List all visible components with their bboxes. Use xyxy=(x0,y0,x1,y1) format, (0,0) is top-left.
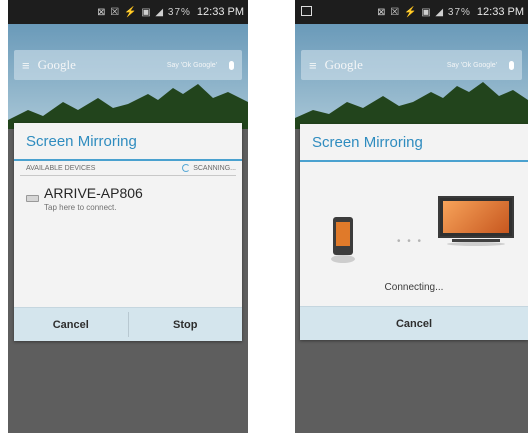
device-hint: Tap here to connect. xyxy=(44,203,117,212)
search-hint: Say 'Ok Google' xyxy=(446,61,497,69)
google-search-bar[interactable]: ≡ Google Say 'Ok Google' xyxy=(14,50,242,80)
google-logo-text: Google xyxy=(37,57,76,72)
dialog-button-bar: Cancel Stop xyxy=(14,307,242,341)
smartphone-illustration xyxy=(333,217,353,255)
scanning-label: SCANNING... xyxy=(193,164,236,172)
tv-illustration xyxy=(438,196,514,238)
status-bar: ⊠ ☒ ⚡ ▣ ◢ 37% 12:33 PM xyxy=(8,0,248,24)
cancel-button[interactable]: Cancel xyxy=(14,308,128,341)
screen-mirroring-connecting-dialog: Screen Mirroring • • • Connecting... Can… xyxy=(300,124,528,340)
device-icon xyxy=(26,195,39,202)
available-devices-label: AVAILABLE DEVICES xyxy=(26,165,96,172)
google-search-bar[interactable]: ≡ Google Say 'Ok Google' xyxy=(301,50,522,80)
search-hint: Say 'Ok Google' xyxy=(166,61,217,69)
mic-icon[interactable] xyxy=(229,60,234,70)
tv-shadow xyxy=(447,242,505,246)
spinner-icon xyxy=(182,164,191,172)
title-divider xyxy=(14,159,242,161)
status-bar: ⊠ ☒ ⚡ ▣ ◢ 37% 12:33 PM xyxy=(295,0,528,24)
status-icons: ⊠ ☒ ⚡ ▣ ◢ 37% xyxy=(97,6,191,18)
section-divider xyxy=(20,175,236,176)
status-icons: ⊠ ☒ ⚡ ▣ ◢ 37% xyxy=(377,6,471,18)
connection-dots-icon: • • • xyxy=(397,236,424,247)
dialog-button-bar: Cancel xyxy=(300,306,528,340)
google-logo-text: Google xyxy=(324,57,363,72)
status-time: 12:33 PM xyxy=(476,6,524,18)
mic-icon[interactable] xyxy=(509,60,514,70)
device-name: ARRIVE-AP806 xyxy=(44,185,143,201)
scanning-indicator: SCANNING... xyxy=(182,164,236,172)
image-notification-icon xyxy=(301,6,312,16)
phone-screen-left: ⊠ ☒ ⚡ ▣ ◢ 37% 12:33 PM ≡ Google Say 'Ok … xyxy=(8,0,248,433)
status-time: 12:33 PM xyxy=(196,6,244,18)
stop-button[interactable]: Stop xyxy=(129,308,243,341)
connecting-status: Connecting... xyxy=(384,282,444,293)
screen-mirroring-dialog: Screen Mirroring AVAILABLE DEVICES SCANN… xyxy=(14,123,242,341)
cancel-button[interactable]: Cancel xyxy=(300,307,528,340)
phone-shadow xyxy=(331,255,355,263)
dialog-title: Screen Mirroring xyxy=(26,133,137,150)
title-divider xyxy=(300,160,528,162)
menu-icon[interactable]: ≡ xyxy=(309,58,317,73)
menu-icon[interactable]: ≡ xyxy=(22,58,30,73)
phone-screen-right: ⊠ ☒ ⚡ ▣ ◢ 37% 12:33 PM ≡ Google Say 'Ok … xyxy=(295,0,528,433)
dialog-title: Screen Mirroring xyxy=(312,134,423,151)
